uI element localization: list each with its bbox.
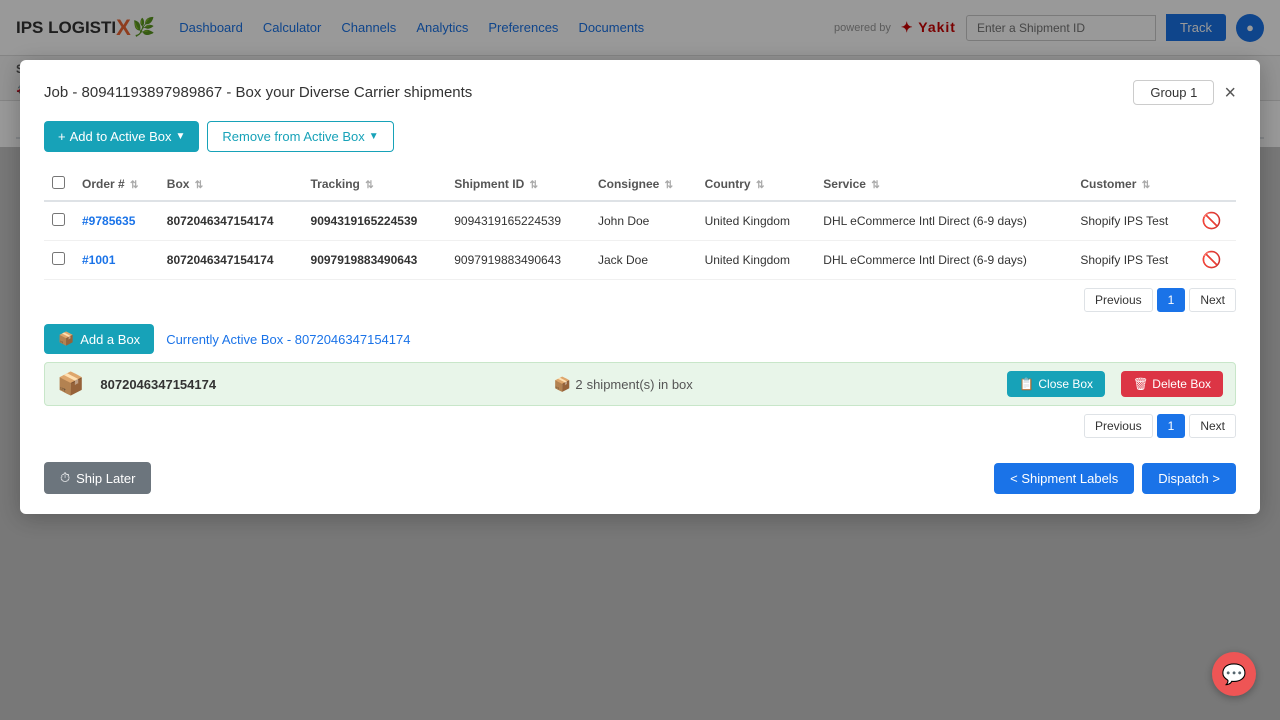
box-icon: 📦 bbox=[58, 331, 74, 347]
add-box-caret-icon: ▼ bbox=[176, 131, 186, 142]
row-checkbox-cell bbox=[44, 241, 74, 280]
remove-box-label: Remove from Active Box bbox=[222, 129, 364, 144]
row-service: DHL eCommerce Intl Direct (6-9 days) bbox=[815, 241, 1072, 280]
orders-prev-button[interactable]: Previous bbox=[1084, 288, 1153, 312]
th-action bbox=[1194, 168, 1236, 201]
dispatch-button[interactable]: Dispatch > bbox=[1142, 463, 1236, 494]
table-row: #9785635 8072046347154174 90943191652245… bbox=[44, 201, 1236, 241]
modal-header-right: Group 1 × bbox=[1133, 80, 1236, 105]
th-box: Box ⇅ bbox=[159, 168, 303, 201]
active-box-text: Currently Active Box - 8072046347154174 bbox=[166, 332, 410, 347]
delete-row-icon[interactable]: 🚫 bbox=[1202, 252, 1222, 269]
orders-pagination: Previous 1 Next bbox=[44, 288, 1236, 312]
th-service: Service ⇅ bbox=[815, 168, 1072, 201]
th-consignee: Consignee ⇅ bbox=[590, 168, 697, 201]
row-shipment-id: 9094319165224539 bbox=[446, 201, 590, 241]
th-tracking: Tracking ⇅ bbox=[303, 168, 447, 201]
row-checkbox[interactable] bbox=[52, 252, 65, 265]
th-shipment-id: Shipment ID ⇅ bbox=[446, 168, 590, 201]
box-job-modal: Job - 80941193897989867 - Box your Diver… bbox=[20, 60, 1260, 514]
row-checkbox[interactable] bbox=[52, 213, 65, 226]
row-consignee: John Doe bbox=[590, 201, 697, 241]
box-package-icon: 📦 bbox=[57, 371, 84, 397]
modal-backdrop: Job - 80941193897989867 - Box your Diver… bbox=[0, 0, 1280, 720]
delete-row-icon[interactable]: 🚫 bbox=[1202, 213, 1222, 230]
orders-table: Order # ⇅ Box ⇅ Tracking ⇅ Shipment ID ⇅… bbox=[44, 168, 1236, 280]
row-tracking: 9097919883490643 bbox=[303, 241, 447, 280]
row-consignee: Jack Doe bbox=[590, 241, 697, 280]
add-box-icon: + bbox=[58, 129, 66, 144]
modal-footer: ⏱ Ship Later < Shipment Labels Dispatch … bbox=[44, 454, 1236, 494]
remove-from-active-box-button[interactable]: Remove from Active Box ▼ bbox=[207, 121, 393, 152]
row-box: 8072046347154174 bbox=[159, 201, 303, 241]
orders-page-1-button[interactable]: 1 bbox=[1157, 288, 1186, 312]
modal-close-button[interactable]: × bbox=[1224, 83, 1236, 103]
row-box: 8072046347154174 bbox=[159, 241, 303, 280]
row-service: DHL eCommerce Intl Direct (6-9 days) bbox=[815, 201, 1072, 241]
add-a-box-label: Add a Box bbox=[80, 332, 140, 347]
shipment-labels-button[interactable]: < Shipment Labels bbox=[994, 463, 1134, 494]
shipment-labels-label: < Shipment Labels bbox=[1010, 471, 1118, 486]
clock-icon: ⏱ bbox=[60, 470, 70, 486]
th-country: Country ⇅ bbox=[697, 168, 816, 201]
box-row: 📦 8072046347154174 📦 2 shipment(s) in bo… bbox=[44, 362, 1236, 406]
footer-right-buttons: < Shipment Labels Dispatch > bbox=[994, 463, 1236, 494]
orders-select-all[interactable] bbox=[52, 176, 65, 189]
row-shipment-id: 9097919883490643 bbox=[446, 241, 590, 280]
th-customer: Customer ⇅ bbox=[1072, 168, 1194, 201]
add-box-section: 📦 Add a Box Currently Active Box - 80720… bbox=[44, 324, 1236, 354]
row-country: United Kingdom bbox=[697, 241, 816, 280]
delete-box-icon: 🗑 bbox=[1133, 377, 1148, 391]
delete-box-label: Delete Box bbox=[1152, 377, 1211, 391]
row-delete-cell: 🚫 bbox=[1194, 241, 1236, 280]
box-prev-button[interactable]: Previous bbox=[1084, 414, 1153, 438]
box-page-1-button[interactable]: 1 bbox=[1157, 414, 1186, 438]
add-a-box-button[interactable]: 📦 Add a Box bbox=[44, 324, 154, 354]
row-delete-cell: 🚫 bbox=[1194, 201, 1236, 241]
dispatch-label: Dispatch > bbox=[1158, 471, 1220, 486]
chat-bubble[interactable]: 💬 bbox=[1212, 652, 1256, 696]
row-tracking: 9094319165224539 bbox=[303, 201, 447, 241]
ship-later-label: Ship Later bbox=[76, 471, 135, 486]
box-id-label: 8072046347154174 bbox=[100, 377, 538, 392]
add-to-active-box-button[interactable]: + Add to Active Box ▼ bbox=[44, 121, 199, 152]
box-pagination: Previous 1 Next bbox=[44, 414, 1236, 438]
delete-box-button[interactable]: 🗑 Delete Box bbox=[1121, 371, 1223, 397]
orders-next-button[interactable]: Next bbox=[1189, 288, 1236, 312]
ship-later-button[interactable]: ⏱ Ship Later bbox=[44, 462, 151, 494]
add-to-active-box-label: Add to Active Box bbox=[70, 129, 172, 144]
remove-box-caret-icon: ▼ bbox=[369, 131, 379, 142]
row-country: United Kingdom bbox=[697, 201, 816, 241]
row-customer: Shopify IPS Test bbox=[1072, 241, 1194, 280]
modal-header: Job - 80941193897989867 - Box your Diver… bbox=[44, 80, 1236, 105]
close-box-label: Close Box bbox=[1038, 377, 1093, 391]
th-checkbox bbox=[44, 168, 74, 201]
group-label: Group 1 bbox=[1133, 80, 1214, 105]
box-icon-small: 📦 bbox=[554, 376, 571, 393]
row-order-id: #9785635 bbox=[74, 201, 159, 241]
close-box-button[interactable]: 📋 Close Box bbox=[1007, 371, 1105, 397]
box-count-suffix: shipment(s) in box bbox=[587, 377, 693, 392]
th-order: Order # ⇅ bbox=[74, 168, 159, 201]
box-count-value: 2 bbox=[575, 377, 582, 392]
table-row: #1001 8072046347154174 9097919883490643 … bbox=[44, 241, 1236, 280]
modal-actions: + Add to Active Box ▼ Remove from Active… bbox=[44, 121, 1236, 152]
row-customer: Shopify IPS Test bbox=[1072, 201, 1194, 241]
row-checkbox-cell bbox=[44, 201, 74, 241]
box-shipment-count: 📦 2 shipment(s) in box bbox=[554, 376, 992, 393]
modal-title: Job - 80941193897989867 - Box your Diver… bbox=[44, 84, 472, 101]
close-box-icon: 📋 bbox=[1019, 377, 1034, 391]
box-next-button[interactable]: Next bbox=[1189, 414, 1236, 438]
row-order-id: #1001 bbox=[74, 241, 159, 280]
